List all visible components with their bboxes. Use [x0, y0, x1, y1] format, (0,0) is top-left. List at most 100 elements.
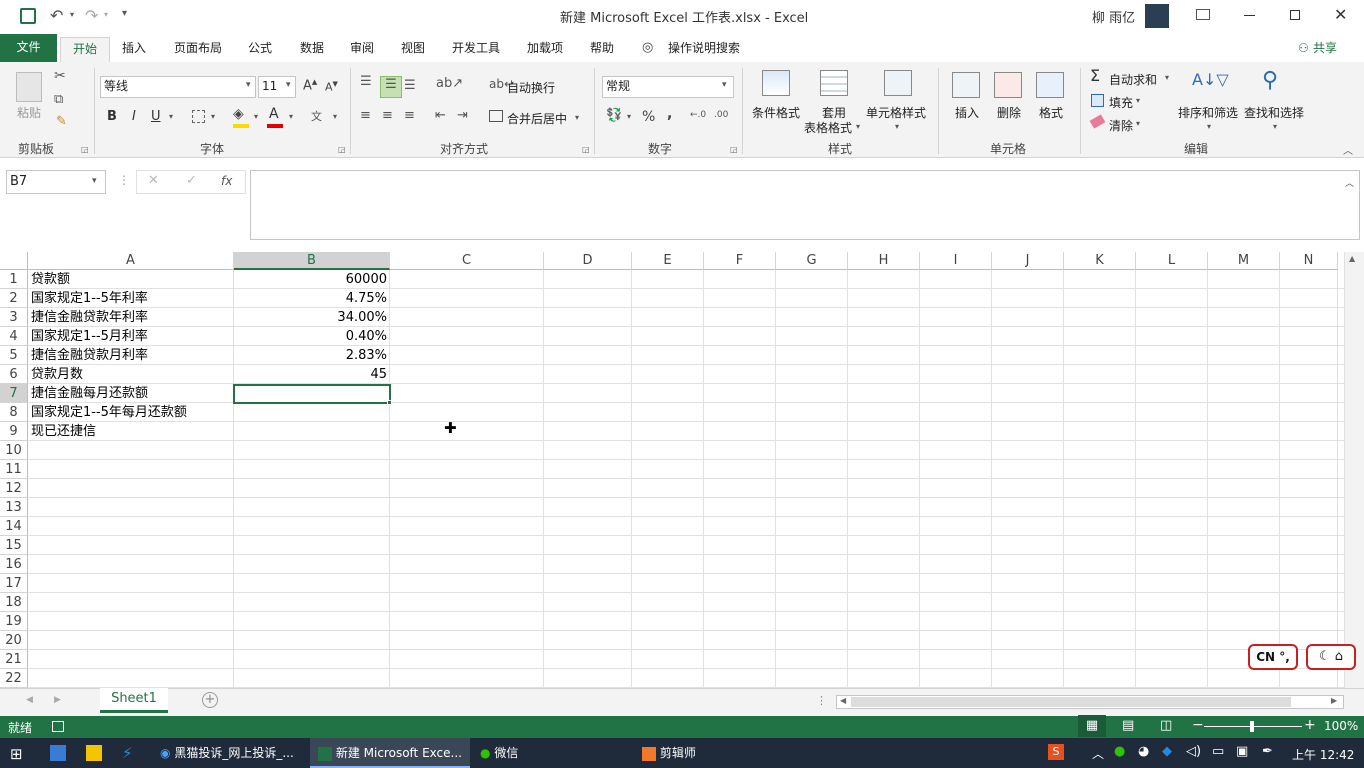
user-name[interactable]: 柳 雨亿: [1092, 7, 1135, 26]
tray-chevron-icon[interactable]: ︿: [1092, 745, 1104, 762]
restore-icon[interactable]: [1290, 10, 1300, 20]
zoom-slider[interactable]: [1204, 721, 1302, 732]
row-header-9[interactable]: 9: [0, 422, 28, 441]
scroll-left-icon[interactable]: ◀: [840, 696, 846, 705]
app-pin-icon-1[interactable]: [50, 745, 66, 761]
currency-icon[interactable]: 💱: [606, 108, 622, 123]
font-size-dropdown-icon[interactable]: ▾: [286, 80, 291, 90]
cell-a3[interactable]: 捷信金融贷款年利率: [28, 308, 234, 327]
cancel-icon[interactable]: ✕: [148, 173, 159, 188]
percent-button[interactable]: %: [642, 109, 655, 125]
taskbar-item-browser[interactable]: ◉ 黑猫投诉_网上投诉_...: [152, 738, 304, 768]
underline-dropdown-icon[interactable]: ▾: [169, 112, 173, 121]
column-header-e[interactable]: E: [632, 252, 704, 270]
vertical-scrollbar[interactable]: ▲: [1344, 252, 1364, 688]
tab-view[interactable]: 视图: [393, 39, 433, 59]
font-color-icon[interactable]: A: [269, 106, 279, 122]
column-header-c[interactable]: C: [390, 252, 544, 270]
increase-indent-icon[interactable]: ⇥: [457, 108, 468, 123]
macro-record-icon[interactable]: [52, 721, 64, 732]
find-dropdown-icon[interactable]: ▾: [1273, 122, 1277, 131]
font-name-dropdown-icon[interactable]: ▾: [246, 80, 251, 90]
cell-a2[interactable]: 国家规定1--5年利率: [28, 289, 234, 308]
prev-sheet-icon[interactable]: ◀: [26, 695, 33, 705]
horizontal-scrollbar[interactable]: ◀ ▶: [836, 695, 1344, 709]
autosum-dropdown-icon[interactable]: ▾: [1165, 73, 1169, 82]
clear-dropdown-icon[interactable]: ▾: [1136, 119, 1140, 128]
worksheet-grid[interactable]: ABCDEFGHIJKLMN 1 2 3 4 5 6 7 8 9 10 11 12 13 14 15 16 17…: [0, 252, 1364, 688]
format-cells-button[interactable]: 格式: [1039, 104, 1063, 121]
phonetic-icon[interactable]: 文: [311, 108, 322, 124]
underline-button[interactable]: U: [151, 109, 161, 124]
autosum-icon[interactable]: Σ: [1090, 66, 1100, 85]
fill-button[interactable]: 填充: [1109, 94, 1133, 111]
cell-styles-button[interactable]: 单元格样式: [866, 104, 926, 121]
sort-filter-dropdown-icon[interactable]: ▾: [1207, 122, 1211, 131]
cell-styles-dropdown-icon[interactable]: ▾: [895, 122, 899, 131]
clipboard-launcher-icon[interactable]: ◲: [81, 145, 89, 154]
phonetic-dropdown-icon[interactable]: ▾: [333, 112, 337, 121]
column-header-k[interactable]: K: [1064, 252, 1136, 270]
taskbar-item-wechat[interactable]: ● 微信: [474, 738, 624, 768]
row-header-4[interactable]: 4: [0, 327, 28, 346]
tray-qq-icon[interactable]: ◕: [1138, 744, 1149, 759]
row-header-16[interactable]: 16: [0, 555, 28, 574]
row-header-6[interactable]: 6: [0, 365, 28, 384]
merge-dropdown-icon[interactable]: ▾: [575, 113, 579, 122]
bold-button[interactable]: B: [107, 109, 117, 124]
merge-center-button[interactable]: 合并后居中: [507, 110, 567, 127]
border-dropdown-icon[interactable]: ▾: [211, 112, 215, 121]
row-header-18[interactable]: 18: [0, 593, 28, 612]
decrease-font-icon[interactable]: A▼: [325, 80, 338, 94]
increase-decimal-icon[interactable]: ←.0: [690, 110, 706, 120]
currency-dropdown-icon[interactable]: ▾: [627, 112, 631, 121]
cell-b5[interactable]: 2.83%: [234, 346, 390, 365]
format-painter-icon[interactable]: ✎: [56, 114, 67, 129]
orientation-icon[interactable]: ab↗: [436, 76, 463, 91]
decrease-indent-icon[interactable]: ⇤: [435, 108, 446, 123]
align-left-icon[interactable]: ≡: [360, 108, 371, 123]
cell-b3[interactable]: 34.00%: [234, 308, 390, 327]
align-middle-icon[interactable]: ☰: [380, 76, 402, 98]
cell-a5[interactable]: 捷信金融贷款月利率: [28, 346, 234, 365]
column-header-g[interactable]: G: [776, 252, 848, 270]
column-header-a[interactable]: A: [28, 252, 234, 270]
cell-a8[interactable]: 国家规定1--5年每月还款额: [28, 403, 234, 422]
cell-b8[interactable]: [234, 403, 390, 422]
scroll-right-icon[interactable]: ▶: [1331, 696, 1337, 705]
cell-a4[interactable]: 国家规定1--5月利率: [28, 327, 234, 346]
tab-insert[interactable]: 插入: [114, 39, 154, 59]
close-icon[interactable]: ✕: [1334, 5, 1347, 24]
page-layout-view-icon[interactable]: ▤: [1122, 718, 1134, 733]
conditional-format-button[interactable]: 条件格式: [752, 104, 800, 121]
row-header-17[interactable]: 17: [0, 574, 28, 593]
column-header-i[interactable]: I: [920, 252, 992, 270]
ime-badge[interactable]: CN °,: [1248, 644, 1298, 670]
cell-b4[interactable]: 0.40%: [234, 327, 390, 346]
find-icon[interactable]: ⚲: [1262, 68, 1278, 93]
clear-button[interactable]: 清除: [1109, 117, 1133, 134]
ribbon-display-options-icon[interactable]: [1196, 9, 1210, 20]
cell-b6[interactable]: 45: [234, 365, 390, 384]
tab-help[interactable]: 帮助: [582, 39, 622, 59]
cell-a6[interactable]: 贷款月数: [28, 365, 234, 384]
border-icon[interactable]: [192, 110, 205, 123]
page-break-view-icon[interactable]: ◫: [1160, 718, 1172, 733]
minimize-icon[interactable]: [1244, 15, 1255, 16]
font-launcher-icon[interactable]: ◲: [338, 145, 346, 154]
merge-center-icon[interactable]: [489, 110, 503, 122]
expand-formula-icon[interactable]: ︿: [1345, 176, 1354, 189]
column-header-d[interactable]: D: [544, 252, 632, 270]
tab-home[interactable]: 开始: [60, 37, 111, 62]
tell-me-search[interactable]: 操作说明搜索: [660, 39, 748, 59]
find-select-button[interactable]: 查找和选择: [1244, 104, 1304, 121]
wrap-text-button[interactable]: 自动换行: [507, 79, 555, 96]
select-all-corner[interactable]: [0, 252, 28, 270]
ime-mode-icon[interactable]: ☾ ⌂: [1306, 644, 1356, 670]
align-center-icon[interactable]: ≡: [382, 108, 393, 123]
share-button[interactable]: 共享: [1305, 39, 1345, 59]
delete-cells-icon[interactable]: [994, 72, 1022, 98]
fill-dropdown-icon[interactable]: ▾: [1136, 96, 1140, 105]
insert-cells-icon[interactable]: [952, 72, 980, 98]
fill-color-icon[interactable]: ◈: [233, 106, 244, 122]
